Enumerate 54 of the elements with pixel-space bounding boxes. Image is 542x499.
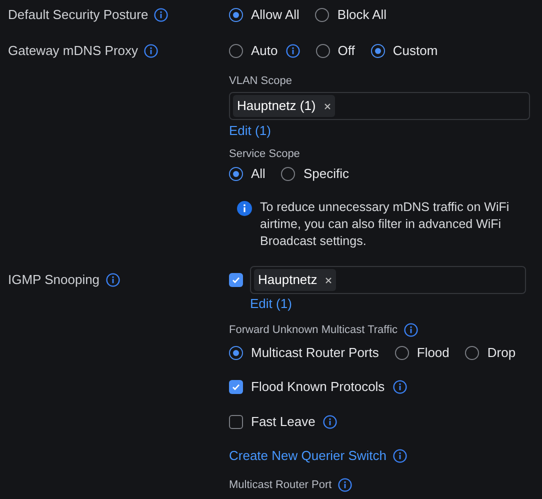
create-querier-link[interactable]: Create New Querier Switch bbox=[229, 446, 386, 466]
checkbox[interactable] bbox=[229, 380, 243, 394]
option-label: Flood bbox=[416, 344, 450, 362]
info-icon[interactable] bbox=[154, 8, 168, 22]
option-label: Specific bbox=[303, 165, 349, 184]
remove-icon[interactable] bbox=[325, 276, 332, 284]
field-label: Multicast Router Port bbox=[229, 478, 332, 493]
radio-button[interactable] bbox=[229, 44, 243, 58]
radio-button[interactable] bbox=[281, 167, 296, 181]
info-icon[interactable] bbox=[323, 415, 338, 429]
option-label: Block All bbox=[337, 6, 387, 24]
info-note: To reduce unnecessary mDNS traffic on WiFi airtime, you can also filter in advanced WiFi Broadcast settings. bbox=[260, 199, 510, 250]
edit-link[interactable]: Edit (1) bbox=[229, 121, 271, 141]
setting-label: IGMP Snooping bbox=[8, 271, 100, 290]
checkbox[interactable] bbox=[229, 415, 243, 429]
option-label: Custom bbox=[392, 42, 438, 60]
info-icon[interactable] bbox=[144, 44, 158, 58]
radio-button[interactable] bbox=[229, 346, 243, 360]
option-label: Off bbox=[338, 42, 355, 60]
info-icon bbox=[237, 201, 252, 216]
edit-link[interactable]: Edit (1) bbox=[250, 294, 292, 314]
option-label: Drop bbox=[487, 344, 516, 362]
radio-button[interactable] bbox=[229, 167, 243, 181]
radio-button[interactable] bbox=[316, 44, 330, 58]
tag-field[interactable]: Hauptnetz bbox=[250, 266, 526, 294]
radio-button[interactable] bbox=[465, 346, 480, 360]
checkbox-label: Fast Leave bbox=[251, 413, 316, 432]
info-icon[interactable] bbox=[392, 380, 407, 394]
info-icon[interactable] bbox=[106, 273, 120, 287]
info-icon[interactable] bbox=[338, 478, 352, 492]
info-icon[interactable] bbox=[286, 44, 300, 58]
setting-label: Default Security Posture bbox=[8, 6, 148, 24]
checkbox[interactable] bbox=[229, 273, 243, 287]
radio-button[interactable] bbox=[370, 44, 385, 58]
option-label: All bbox=[251, 165, 266, 184]
checkbox-label: Flood Known Protocols bbox=[251, 378, 385, 396]
option-label: Multicast Router Ports bbox=[251, 344, 379, 362]
tag-label: Hauptnetz bbox=[258, 271, 318, 290]
info-icon[interactable] bbox=[392, 449, 406, 463]
option-label: Allow All bbox=[251, 6, 300, 24]
info-icon[interactable] bbox=[404, 323, 418, 337]
field-label: Forward Unknown Multicast Traffic bbox=[229, 322, 398, 338]
tag-label: Hauptnetz (1) bbox=[237, 97, 316, 116]
check-icon bbox=[231, 382, 241, 392]
setting-label: Gateway mDNS Proxy bbox=[8, 42, 138, 60]
field-label: VLAN Scope bbox=[229, 74, 292, 89]
check-icon bbox=[231, 275, 241, 285]
radio-button[interactable] bbox=[315, 8, 330, 22]
remove-icon[interactable] bbox=[324, 102, 331, 110]
radio-button[interactable] bbox=[394, 346, 409, 360]
radio-button[interactable] bbox=[229, 8, 243, 22]
field-label: Service Scope bbox=[229, 146, 300, 162]
tag-field[interactable]: Hauptnetz (1) bbox=[229, 92, 530, 120]
option-label: Auto bbox=[251, 42, 278, 60]
